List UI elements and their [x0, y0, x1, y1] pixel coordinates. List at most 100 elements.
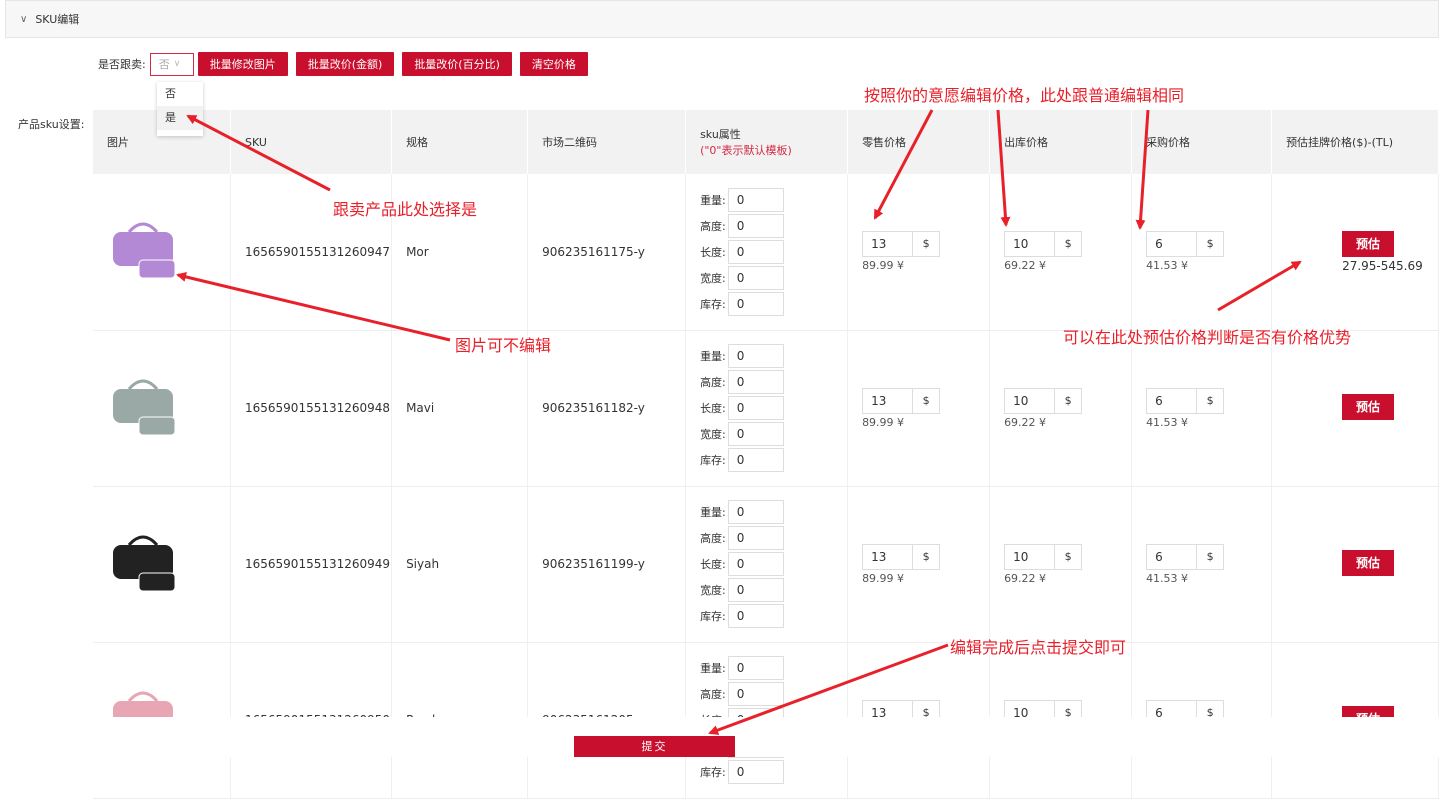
product-bag-image[interactable] [107, 375, 179, 439]
retail-price-cny: 89.99 ¥ [862, 571, 905, 585]
attr-input[interactable]: 0 [727, 578, 784, 602]
attr-label: 长度: [700, 558, 726, 571]
attr-input[interactable]: 0 [727, 187, 784, 212]
col-barcode: 市场二维码 [527, 110, 687, 174]
clear-prices-button[interactable]: 清空价格 [519, 52, 588, 76]
cell-estimate: 预估 [1271, 330, 1439, 487]
attr-input[interactable]: 0 [727, 213, 784, 238]
col-outlet: 出库价格 [989, 110, 1133, 174]
purchase-price-cny: 41.53 ¥ [1146, 415, 1189, 429]
follow-sell-select[interactable]: 否 ∨ [149, 52, 194, 76]
attr-input[interactable]: 0 [727, 396, 784, 420]
purchase-price-input[interactable]: 6 $ [1146, 231, 1225, 258]
batch-price-percent-button[interactable]: 批量改价(百分比) [402, 52, 512, 76]
attr-input[interactable]: 0 [727, 656, 784, 680]
col-retail: 零售价格 [847, 110, 991, 174]
batch-edit-images-button[interactable]: 批量修改图片 [197, 52, 288, 76]
purchase-price-input[interactable]: 6 $ [1146, 387, 1225, 414]
attr-label: 宽度: [700, 584, 726, 597]
cell-image [93, 486, 231, 643]
currency-label: $ [1054, 544, 1081, 569]
outlet-price-input[interactable]: 10 $ [1004, 543, 1083, 570]
chevron-down-icon[interactable]: ∨ [20, 14, 27, 25]
toolbar: 是否跟卖: 否 ∨ 批量修改图片 批量改价(金额) 批量改价(百分比) 清空价格 [98, 52, 596, 76]
attr-row: 长度:0 [700, 395, 846, 421]
attr-label: 高度: [700, 688, 726, 701]
attr-row: 长度:0 [700, 551, 846, 577]
col-spec: 规格 [391, 110, 529, 174]
attr-input[interactable]: 0 [727, 604, 784, 628]
submit-button[interactable]: 提交 [574, 736, 735, 757]
currency-label: $ [912, 544, 939, 569]
currency-label: $ [1196, 388, 1223, 413]
estimate-button[interactable]: 预估 [1342, 394, 1395, 420]
cell-image [93, 174, 231, 331]
outlet-price-input[interactable]: 10 $ [1004, 387, 1083, 414]
attr-input[interactable]: 0 [727, 552, 784, 576]
outlet-price-input[interactable]: 10 $ [1004, 231, 1083, 258]
col-attr: sku属性 ("0"表示默认模板) [685, 110, 849, 174]
attr-input[interactable]: 0 [727, 291, 784, 316]
annotation-submit: 编辑完成后点击提交即可 [950, 638, 1127, 657]
batch-price-amount-button[interactable]: 批量改价(金额) [295, 52, 395, 76]
attr-input[interactable]: 0 [727, 500, 784, 524]
attr-row: 重量: 0 [700, 343, 846, 369]
cell-outlet: 10$69.22 ¥ [989, 174, 1133, 331]
attr-label: 宽度: [700, 271, 726, 285]
retail-price-input[interactable]: 13 $ [862, 387, 941, 414]
estimate-button[interactable]: 预估 [1342, 230, 1395, 257]
annotation-image: 图片可不编辑 [455, 336, 552, 355]
attr-label: 重量: [700, 193, 726, 207]
cell-retail: 13$89.99 ¥ [847, 330, 991, 487]
cell-image [93, 330, 231, 487]
attr-input[interactable]: 0 [727, 344, 784, 368]
follow-sell-dropdown: 否 是 [157, 82, 203, 136]
cell-barcode: 906235161199-y [527, 486, 687, 643]
attr-input[interactable]: 0 [727, 265, 784, 290]
attr-row: 库存: 0 [700, 447, 846, 473]
currency-label: $ [1196, 232, 1223, 257]
cell-outlet: 10$69.22 ¥ [989, 486, 1133, 643]
cell-retail: 13$89.99 ¥ [847, 174, 991, 331]
retail-price-cny: 89.99 ¥ [862, 415, 905, 429]
attr-input[interactable]: 0 [727, 422, 784, 446]
dropdown-option-yes[interactable]: 是 [157, 106, 203, 130]
sku-settings-label: 产品sku设置: [18, 118, 85, 131]
attr-row: 库存: 0 [700, 291, 846, 317]
attr-label: 重量: [700, 662, 726, 675]
attr-input[interactable]: 0 [727, 448, 784, 472]
cell-attrs: 重量:0高度:0长度:0宽度:0库存:0 [685, 174, 849, 331]
purchase-price-input[interactable]: 6 $ [1146, 543, 1225, 570]
attr-input[interactable]: 0 [727, 760, 784, 784]
cell-attrs: 重量:0高度:0长度:0宽度:0库存:0 [685, 330, 849, 487]
attr-row: 高度: 0 [700, 369, 846, 395]
product-bag-image[interactable] [107, 531, 179, 595]
currency-label: $ [912, 388, 939, 413]
attr-row: 库存: 0 [700, 759, 846, 785]
attr-input[interactable]: 0 [727, 239, 784, 264]
dropdown-option-no[interactable]: 否 [157, 82, 203, 106]
estimate-button[interactable]: 预估 [1342, 550, 1395, 576]
table-header-row: 图片 SKU 规格 市场二维码 sku属性 ("0"表示默认模板) 零售价格 出… [93, 110, 1439, 174]
cell-purchase: 6$41.53 ¥ [1131, 486, 1273, 643]
retail-price-cny: 89.99 ¥ [862, 259, 905, 273]
product-bag-image[interactable] [107, 218, 179, 282]
attr-row: 宽度:0 [700, 421, 846, 447]
cell-sku: 1656590155131260949 [230, 486, 393, 643]
attr-row: 重量: 0 [700, 655, 846, 681]
retail-price-input[interactable]: 13 $ [862, 543, 941, 570]
attr-row: 库存: 0 [700, 603, 846, 629]
sku-edit-panel-header[interactable]: ∨ SKU编辑 [5, 0, 1439, 38]
attr-row: 宽度:0 [700, 265, 846, 291]
cell-sku: 1656590155131260948 [230, 330, 393, 487]
attr-input[interactable]: 0 [727, 370, 784, 394]
annotation-estimate: 可以在此处预估价格判断是否有价格优势 [1063, 328, 1352, 347]
attr-input[interactable]: 0 [727, 682, 784, 706]
cell-barcode: 906235161182-y [527, 330, 687, 487]
col-sku: SKU [230, 110, 393, 174]
attr-input[interactable]: 0 [727, 526, 784, 550]
retail-price-input[interactable]: 13 $ [862, 231, 941, 258]
cell-spec: Siyah [391, 486, 529, 643]
attr-label: 库存: [700, 610, 726, 623]
attr-label: 重量: [700, 350, 726, 363]
